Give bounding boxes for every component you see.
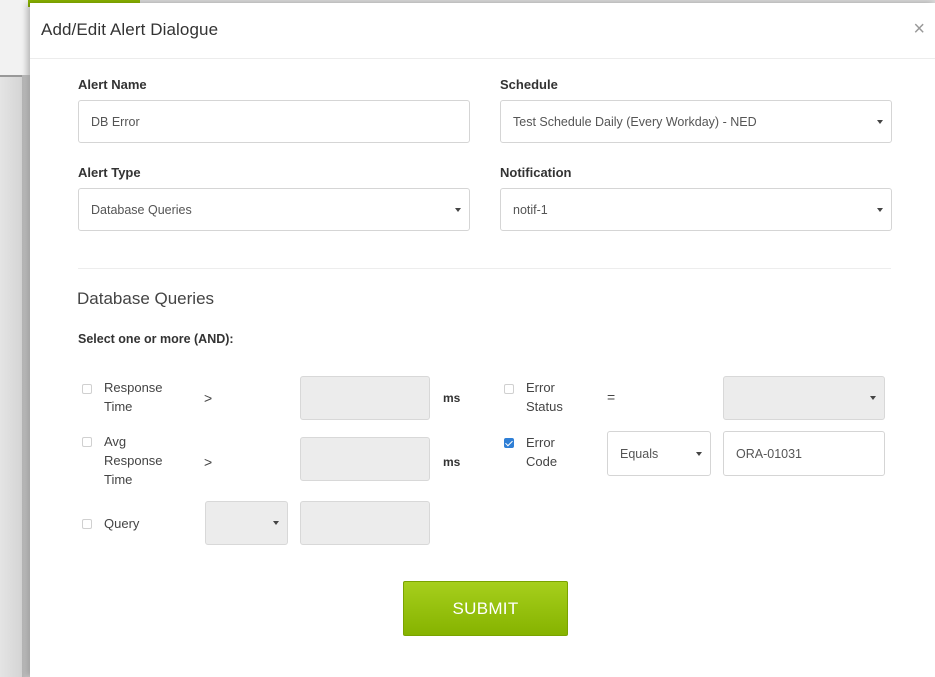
notification-select[interactable]: notif-1	[500, 188, 892, 231]
section-title: Database Queries	[77, 289, 215, 308]
schedule-label: Schedule	[500, 77, 558, 92]
dialog-header: Add/Edit Alert Dialogue ×	[30, 3, 935, 59]
avg-response-time-checkbox[interactable]	[82, 437, 92, 447]
submit-button[interactable]: SUBMIT	[403, 581, 568, 636]
query-operator-select[interactable]	[205, 501, 288, 545]
caret-down-icon	[877, 207, 883, 212]
background-header	[0, 0, 30, 77]
query-checkbox[interactable]	[82, 519, 92, 529]
alert-type-select[interactable]: Database Queries	[78, 188, 470, 231]
response-time-checkbox[interactable]	[82, 384, 92, 394]
avg-response-time-input[interactable]	[300, 437, 430, 481]
error-code-label: Error Code	[526, 435, 558, 469]
query-input[interactable]	[300, 501, 430, 545]
alert-type-value: Database Queries	[91, 202, 192, 217]
caret-down-icon	[273, 521, 279, 525]
error-code-input[interactable]: ORA-01031	[723, 431, 885, 476]
schedule-value: Test Schedule Daily (Every Workday) - NE…	[513, 114, 757, 129]
caret-down-icon	[696, 451, 702, 456]
avg-response-time-label: Avg Response Time	[104, 434, 163, 487]
query-label: Query	[104, 516, 140, 531]
error-code-operator-select[interactable]: Equals	[607, 431, 711, 476]
alert-name-label: Alert Name	[78, 77, 147, 92]
dialog-title: Add/Edit Alert Dialogue	[41, 20, 219, 39]
response-time-operator: >	[204, 390, 213, 406]
response-time-input[interactable]	[300, 376, 430, 420]
response-time-label: Response Time	[104, 380, 163, 414]
schedule-select[interactable]: Test Schedule Daily (Every Workday) - NE…	[500, 100, 892, 143]
error-code-checkbox[interactable]	[504, 438, 514, 448]
section-subtitle: Select one or more (AND):	[78, 332, 234, 346]
avg-response-time-unit: ms	[443, 455, 461, 469]
error-status-checkbox[interactable]	[504, 384, 514, 394]
caret-down-icon	[455, 207, 461, 212]
notification-label: Notification	[500, 165, 572, 180]
alert-type-label: Alert Type	[78, 165, 141, 180]
avg-response-time-operator: >	[204, 454, 213, 470]
caret-down-icon	[877, 119, 883, 124]
error-status-operator: =	[607, 389, 616, 405]
close-icon[interactable]: ×	[913, 19, 925, 39]
section-divider	[78, 268, 891, 269]
alert-name-value: DB Error	[91, 114, 140, 129]
error-status-label: Error Status	[526, 380, 563, 414]
alert-name-input[interactable]: DB Error	[78, 100, 470, 143]
notification-value: notif-1	[513, 202, 548, 217]
error-status-select[interactable]	[723, 376, 885, 420]
caret-down-icon	[870, 396, 876, 400]
background-shadow	[22, 75, 30, 677]
alert-dialog: Add/Edit Alert Dialogue × Alert Name DB …	[30, 3, 935, 677]
response-time-unit: ms	[443, 391, 461, 405]
